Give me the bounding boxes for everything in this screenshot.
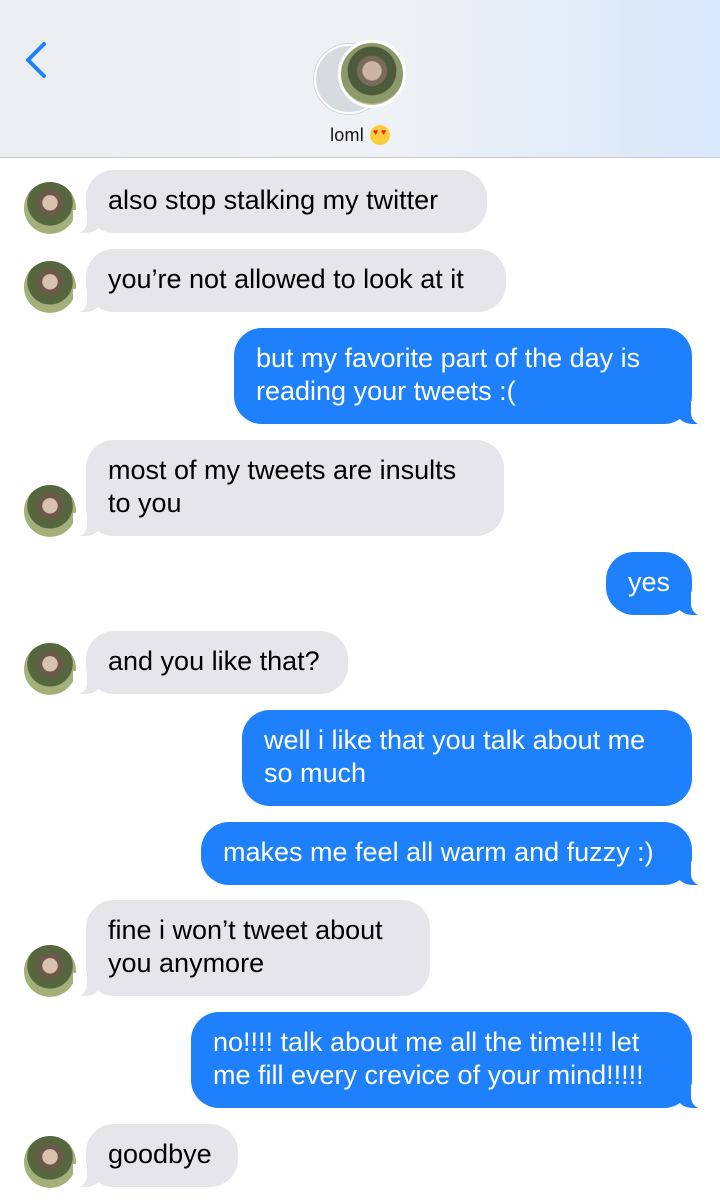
sender-avatar [24, 261, 76, 313]
sender-avatar [24, 643, 76, 695]
avatar-photo [338, 40, 406, 108]
incoming-message-bubble[interactable]: goodbye [73, 1124, 238, 1188]
conversation-header: loml [0, 0, 720, 158]
message-text-line: most of my tweets are insults [108, 455, 457, 485]
message-text-line: me fill every crevice of your mind!!!!! [213, 1060, 644, 1090]
message-text-line: you anymore [108, 948, 265, 978]
sender-avatar [24, 485, 76, 537]
message-text-line: fine i won’t tweet about [108, 915, 383, 945]
contact-name[interactable]: loml [0, 125, 720, 146]
back-chevron-icon[interactable] [18, 38, 54, 82]
incoming-message-bubble[interactable]: most of my tweets are insults to you [73, 440, 504, 537]
message-text: also stop stalking my twitter [108, 185, 439, 215]
message-text: you’re not allowed to look at it [108, 264, 464, 294]
outgoing-message-bubble[interactable]: but my favorite part of the day is readi… [234, 328, 705, 425]
sender-avatar [24, 182, 76, 234]
sender-avatar [24, 945, 76, 997]
incoming-message-bubble[interactable]: and you like that? [73, 631, 348, 695]
message-text: makes me feel all warm and fuzzy :) [223, 837, 654, 867]
message-text-line: reading your tweets :( [256, 376, 516, 406]
sender-avatar [24, 1136, 76, 1188]
message-text-line: but my favorite part of the day is [256, 343, 641, 373]
heart-eyes-emoji-icon [369, 125, 390, 145]
incoming-message-bubble[interactable]: fine i won’t tweet about you anymore [73, 900, 430, 997]
message-text-line: no!!!! talk about me all the time!!! let [213, 1027, 640, 1057]
contact-name-label: loml [330, 125, 364, 145]
message-text: yes [628, 567, 671, 597]
message-text-line: so much [264, 758, 367, 788]
outgoing-message-bubble[interactable]: well i like that you talk about me so mu… [242, 710, 692, 806]
message-text: goodbye [108, 1139, 212, 1169]
message-text: and you like that? [108, 646, 320, 676]
message-text-line: to you [108, 488, 182, 518]
outgoing-message-bubble[interactable]: makes me feel all warm and fuzzy :) [201, 822, 705, 886]
contact-avatar[interactable] [314, 40, 408, 114]
outgoing-message-bubble[interactable]: no!!!! talk about me all the time!!! let… [191, 1012, 705, 1109]
outgoing-message-bubble[interactable]: yes [606, 552, 705, 616]
incoming-message-bubble[interactable]: you’re not allowed to look at it [73, 249, 506, 313]
incoming-message-bubble[interactable]: also stop stalking my twitter [73, 170, 487, 234]
message-text-line: well i like that you talk about me [264, 725, 646, 755]
